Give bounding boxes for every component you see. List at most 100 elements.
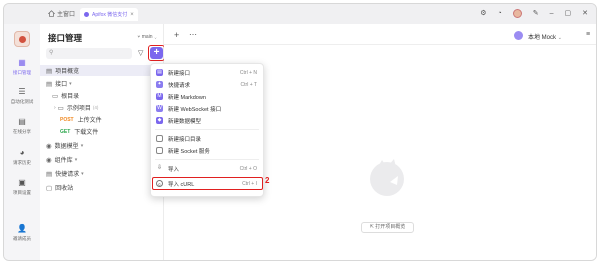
open-icon: ⇱ xyxy=(369,224,374,230)
search-icon: ⚲ xyxy=(49,50,54,56)
new-item-menu: ▤ 新建接口 Ctrl + N ✦ 快捷请求 Ctrl + T M 新建 Mar… xyxy=(150,63,264,197)
tree-item-label: 项目概览 xyxy=(55,69,80,75)
lightning-icon: ✦ xyxy=(156,81,163,88)
menu-item-new-markdown[interactable]: M 新建 Markdown xyxy=(151,91,263,102)
menu-item-new-websocket[interactable]: W 新建 WebSocket 接口 xyxy=(151,103,263,114)
chevron-down-icon: ▾ xyxy=(69,80,72,87)
tree-item-upload[interactable]: POST 上传文件 xyxy=(40,114,163,125)
maximize-icon[interactable]: ▢ xyxy=(565,9,572,18)
menu-item-new-folder[interactable]: 新建接口目录 xyxy=(151,133,263,144)
menu-item-new-api[interactable]: ▤ 新建接口 Ctrl + N xyxy=(151,67,263,78)
tree-item-overview[interactable]: ▤ 项目概览 xyxy=(40,65,163,76)
menu-divider xyxy=(155,159,259,160)
import-curl-highlight xyxy=(152,177,263,190)
tree-item-label: 回收站 xyxy=(55,186,74,192)
new-tab-icon[interactable]: + xyxy=(174,30,179,40)
tree-item-data-models[interactable]: ◉ 数据模型 ▾ xyxy=(40,140,163,151)
menu-item-label: 新建数据模型 xyxy=(168,118,202,125)
rail-item-api[interactable]: ▦ 接口管理 xyxy=(4,58,40,76)
sidebar-title: 接口管理 xyxy=(48,33,83,43)
rail-item-test[interactable]: ☰ 自动化测试 xyxy=(4,87,40,105)
menu-item-label: 新建接口目录 xyxy=(168,136,202,143)
tree-item-label: 组件库 xyxy=(54,158,73,164)
menu-item-quick-request[interactable]: ✦ 快捷请求 Ctrl + T xyxy=(151,79,263,90)
data-model-icon: ◆ xyxy=(156,117,163,124)
menu-item-new-data-model[interactable]: ◆ 新建数据模型 xyxy=(151,115,263,126)
chevron-down-icon: ⌄ xyxy=(557,35,562,41)
project-tab-label: Apifox 微信支付 xyxy=(92,12,128,18)
folder-icon: ▭ xyxy=(52,92,59,100)
avatar[interactable] xyxy=(512,9,522,18)
tree-item-sample-project[interactable]: › ▭ 示例项目 (4) xyxy=(40,102,163,113)
menu-item-import[interactable]: ⇩ 导入 Ctrl + O xyxy=(151,163,263,174)
project-tab-icon xyxy=(84,12,89,17)
websocket-icon: W xyxy=(156,105,163,112)
tree-item-label: 下载文件 xyxy=(74,130,99,136)
socket-icon xyxy=(156,147,163,154)
tree-item-trash[interactable]: ▢ 回收站 xyxy=(40,182,163,193)
home-tab-label: 主窗口 xyxy=(57,12,76,18)
rail-item-label: 请求历史 xyxy=(13,160,31,165)
chevron-down-icon: ⌄ xyxy=(153,34,157,40)
project-logo[interactable] xyxy=(14,31,30,47)
rail-item-invite[interactable]: 👤 邀请成员 xyxy=(4,224,40,242)
pin-icon[interactable]: ✎ xyxy=(533,9,539,18)
divider xyxy=(164,44,596,45)
rail-item-settings[interactable]: ▣ 项目设置 xyxy=(4,178,40,196)
tree-item-components[interactable]: ◉ 组件库 ▾ xyxy=(40,154,163,165)
search-input[interactable]: ⚲ xyxy=(46,48,132,59)
filter-icon[interactable]: ▽ xyxy=(138,49,143,57)
tree-item-label: 数据模型 xyxy=(54,144,79,150)
menu-item-label: 新建 WebSocket 接口 xyxy=(168,106,222,113)
menu-icon[interactable]: ≡ xyxy=(586,31,590,38)
environment-selector[interactable]: 本地 Mock ⌄ xyxy=(528,32,562,41)
empty-state-logo-icon xyxy=(370,159,404,196)
environment-icon xyxy=(514,31,523,40)
rail-item-history[interactable]: ◕ 请求历史 xyxy=(4,148,40,166)
open-overview-button[interactable]: ⇱ 打开项目概览 xyxy=(361,222,414,233)
tree-item-download[interactable]: GET 下载文件 xyxy=(40,126,163,137)
import-icon: ⇩ xyxy=(156,165,163,172)
invite-icon: 👤 xyxy=(17,224,27,233)
home-icon xyxy=(48,10,55,17)
new-api-icon: ▤ xyxy=(156,69,163,76)
rail-item-label: 邀请成员 xyxy=(13,236,31,241)
menu-item-label: 新建接口 xyxy=(168,70,191,77)
rail-item-label: 在线分享 xyxy=(13,129,31,134)
tree-item-label: 上传文件 xyxy=(77,118,102,124)
menu-item-new-socket-service[interactable]: 新建 Socket 服务 xyxy=(151,145,263,156)
notification-icon[interactable]: ◔ xyxy=(497,9,501,18)
settings-icon[interactable]: ⚙ xyxy=(480,9,486,18)
tree-item-quick-requests[interactable]: ▤ 快捷请求 ▾ xyxy=(40,168,163,179)
home-tab[interactable]: 主窗口 xyxy=(48,9,75,18)
open-overview-label: 打开项目概览 xyxy=(375,224,406,230)
method-badge: POST xyxy=(60,116,74,123)
history-icon: ◕ xyxy=(19,148,25,157)
tree-item-root[interactable]: ▭ 根目录 xyxy=(40,90,163,101)
tree-item-label: 根目录 xyxy=(61,94,80,100)
overview-icon: ▤ xyxy=(46,67,53,75)
rail-item-share[interactable]: ▤ 在线分享 xyxy=(4,117,40,135)
api-icon: ▦ xyxy=(18,58,26,67)
menu-item-label: 新建 Markdown xyxy=(168,94,206,101)
project-tab[interactable]: Apifox 微信支付 × xyxy=(80,8,138,21)
close-window-icon[interactable]: ✕ xyxy=(582,9,588,18)
sidebar: 接口管理 ⑂ main ⌄ ⚲ ▽ + 1 ▤ 项目概览 ▤ 接口 ▾ ▭ 根目… xyxy=(40,24,171,260)
test-icon: ☰ xyxy=(18,87,26,96)
chevron-right-icon: › xyxy=(54,104,56,111)
share-icon: ▤ xyxy=(18,117,26,126)
chevron-down-icon: ▾ xyxy=(80,142,84,149)
title-bar: 主窗口 Apifox 微信支付 × ⚙ ◔ ✎ – ▢ ✕ xyxy=(4,4,596,24)
more-icon[interactable]: ⋯ xyxy=(189,30,197,39)
tree-item-apis[interactable]: ▤ 接口 ▾ xyxy=(40,78,163,89)
step-marker-2: 2 xyxy=(265,176,270,185)
method-badge: GET xyxy=(60,128,71,135)
left-rail: ▦ 接口管理 ☰ 自动化测试 ▤ 在线分享 ◕ 请求历史 ▣ 项目设置 👤 邀请… xyxy=(4,24,40,260)
app-window: 主窗口 Apifox 微信支付 × ⚙ ◔ ✎ – ▢ ✕ ▦ 接口管理 ☰ 自… xyxy=(3,3,597,261)
menu-item-shortcut: Ctrl + O xyxy=(239,165,257,172)
minimize-icon[interactable]: – xyxy=(550,9,554,18)
close-tab-icon[interactable]: × xyxy=(130,12,134,18)
environment-label: 本地 Mock xyxy=(528,35,557,41)
tree-item-count: (4) xyxy=(92,105,99,110)
branch-selector[interactable]: ⑂ main ⌄ xyxy=(137,34,157,40)
